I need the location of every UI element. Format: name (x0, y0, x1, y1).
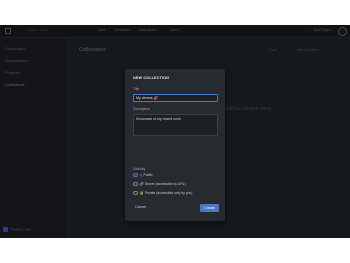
title-input[interactable]: My demos 🎉 (133, 94, 218, 102)
visibility-label: Visibility (133, 167, 146, 171)
radio-public[interactable] (133, 172, 138, 178)
app-window: TravelPro Studio Apps Schedules Marketpl… (0, 25, 350, 238)
dialog-title: NEW COLLECTION (133, 76, 169, 80)
visibility-option-private[interactable]: 🔒Private (accessible only by you) (133, 190, 192, 196)
new-collection-dialog: NEW COLLECTION Title My demos 🎉 Descript… (125, 69, 225, 221)
option-label-private: Private (accessible only by you) (144, 191, 193, 195)
visibility-option-public[interactable]: ◎Public (133, 172, 153, 178)
link-icon: 🔗 (139, 182, 144, 186)
description-label: Description (133, 107, 150, 111)
description-textarea[interactable]: Showcase of my recent work (133, 114, 218, 136)
option-label-secret: Secret (accessible by URL) (144, 182, 186, 186)
title-label: Title (133, 87, 140, 91)
lock-icon: 🔒 (139, 191, 144, 195)
option-label-public: Public (143, 173, 153, 177)
visibility-option-secret[interactable]: 🔗Secret (accessible by URL) (133, 181, 186, 187)
cancel-button[interactable]: Cancel (135, 205, 146, 209)
create-button[interactable]: Create (200, 204, 219, 212)
radio-secret[interactable] (133, 181, 138, 187)
radio-private[interactable] (133, 190, 138, 196)
